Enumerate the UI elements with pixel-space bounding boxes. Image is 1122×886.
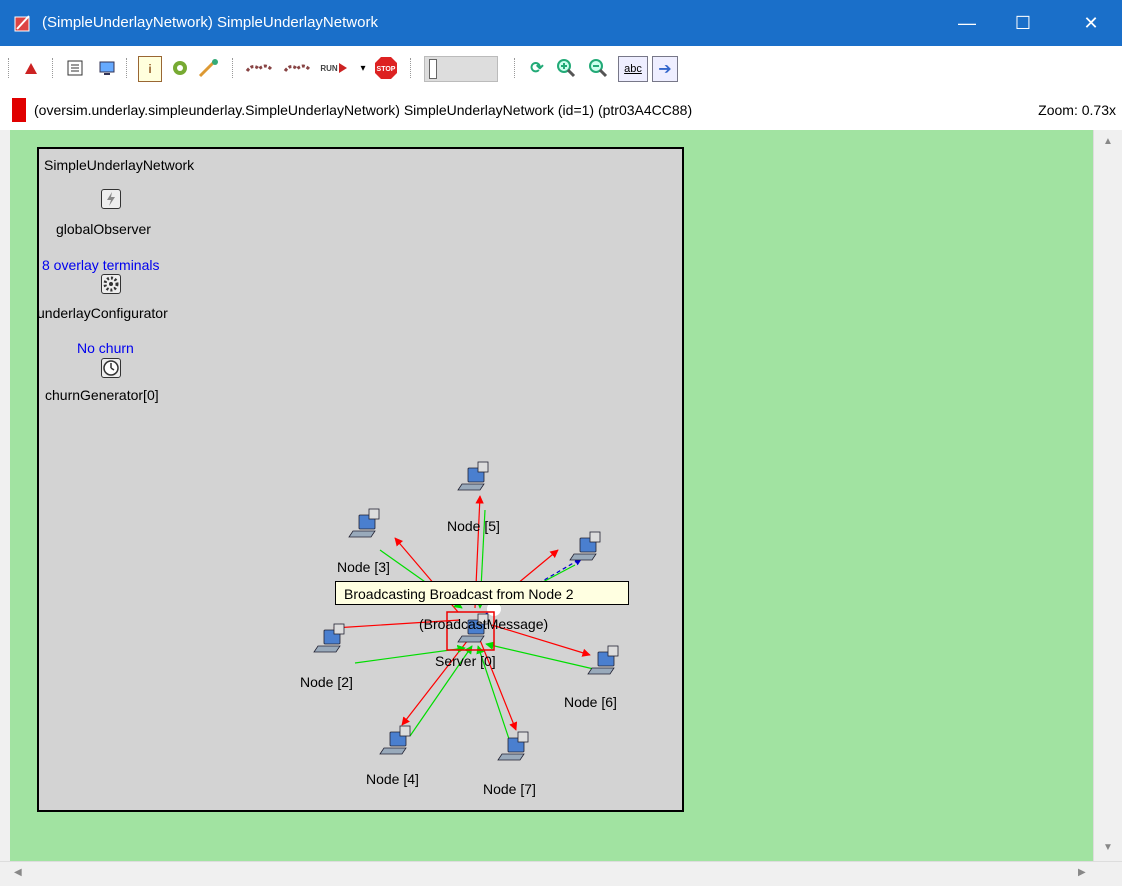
- stop-button[interactable]: STOP: [372, 56, 400, 80]
- run-label: RUN: [320, 63, 338, 73]
- app-icon: [14, 15, 30, 32]
- toolbar-separator: [52, 58, 55, 78]
- info-bar: (oversim.underlay.simpleunderlay.SimpleU…: [0, 90, 1122, 131]
- layout-icon[interactable]: [196, 56, 222, 80]
- speed-slider[interactable]: [424, 56, 498, 82]
- toolbar-separator: [126, 58, 129, 78]
- stop-label: STOP: [377, 66, 396, 73]
- node-6-label[interactable]: Node [6]: [564, 694, 617, 710]
- toolbar-separator: [514, 58, 517, 78]
- module-output-icon[interactable]: [96, 56, 118, 80]
- node-5-label[interactable]: Node [5]: [447, 518, 500, 534]
- minimize-button[interactable]: —: [940, 0, 994, 46]
- scroll-down-icon[interactable]: ▼: [1103, 842, 1113, 853]
- module-color-marker: [12, 98, 26, 122]
- toolbar-separator: [232, 58, 235, 78]
- node-3-label[interactable]: Node [3]: [337, 559, 390, 575]
- step-icon[interactable]: [244, 56, 274, 80]
- network-canvas[interactable]: SimpleUnderlayNetwork globalObserver 8 o…: [10, 130, 1093, 861]
- info-button[interactable]: i: [138, 56, 162, 82]
- toolbar: i RUN ▾ STOP ⟳ abc ➔: [0, 46, 1122, 91]
- laptop-icons: [313, 461, 619, 761]
- close-button[interactable]: ✕: [1064, 0, 1118, 46]
- message-label: (BroadcastMessage): [419, 616, 549, 632]
- arrow-animation-icon[interactable]: ➔: [652, 56, 678, 82]
- module-path: (oversim.underlay.simpleunderlay.SimpleU…: [34, 102, 693, 118]
- fast-run-icon[interactable]: [282, 56, 312, 80]
- horizontal-scrollbar[interactable]: ◀ ▶: [0, 861, 1122, 886]
- go-to-parent-icon[interactable]: [20, 56, 42, 80]
- scroll-up-icon[interactable]: ▲: [1103, 136, 1113, 147]
- run-dropdown-icon[interactable]: ▾: [358, 56, 368, 80]
- node-4-label[interactable]: Node [4]: [366, 771, 419, 787]
- maximize-button[interactable]: ☐: [996, 0, 1050, 46]
- node-7-label[interactable]: Node [7]: [483, 781, 536, 797]
- refresh-icon[interactable]: ⟳: [526, 56, 548, 80]
- window-title: (SimpleUnderlayNetwork) SimpleUnderlayNe…: [42, 14, 378, 31]
- connection-diagram: [313, 461, 619, 761]
- broadcast-tooltip: Broadcasting Broadcast from Node 2: [335, 581, 629, 605]
- toolbar-separator: [8, 58, 11, 78]
- scroll-right-icon[interactable]: ▶: [1078, 867, 1086, 878]
- scroll-left-icon[interactable]: ◀: [14, 867, 22, 878]
- node-2-label[interactable]: Node [2]: [300, 674, 353, 690]
- server-label[interactable]: Server [0]: [435, 653, 496, 669]
- zoom-out-icon[interactable]: [586, 56, 610, 80]
- zoom-in-icon[interactable]: [554, 56, 578, 80]
- title-bar: (SimpleUnderlayNetwork) SimpleUnderlayNe…: [0, 0, 1122, 46]
- left-edge: [0, 130, 10, 861]
- vertical-scrollbar[interactable]: ▲ ▼: [1093, 130, 1122, 861]
- object-list-icon[interactable]: [64, 56, 86, 80]
- slider-handle[interactable]: [429, 59, 437, 79]
- network-icon[interactable]: [170, 56, 190, 80]
- zoom-level: Zoom: 0.73x: [1038, 102, 1116, 118]
- run-button[interactable]: RUN: [316, 56, 352, 80]
- toolbar-separator: [410, 58, 413, 78]
- show-labels-button[interactable]: abc: [618, 56, 648, 82]
